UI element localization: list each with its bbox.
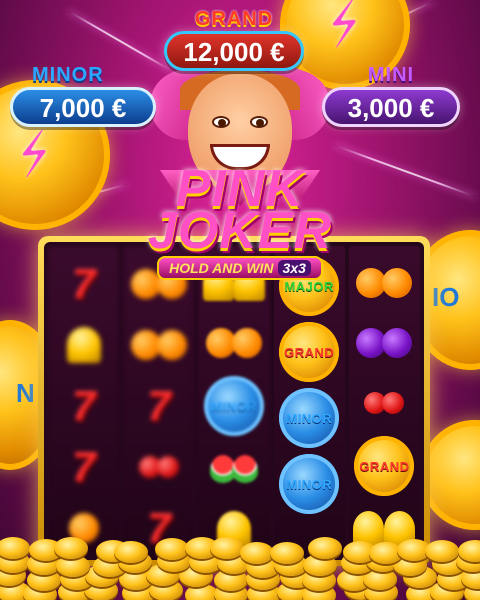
cherry-symbol bbox=[353, 376, 415, 430]
plum-symbol bbox=[353, 316, 415, 370]
gold-coin bbox=[307, 537, 342, 560]
background-coin-word: IO bbox=[432, 282, 460, 312]
reel-column-1: 7 7 7 bbox=[48, 246, 120, 556]
gold-coin bbox=[210, 537, 245, 560]
reel-column-2: 7 7 bbox=[123, 246, 195, 556]
minor-coin-symbol: MINOR bbox=[278, 454, 340, 514]
grand-coin-label: GRAND bbox=[359, 458, 410, 474]
grand-jackpot: GRAND 12,000 € bbox=[164, 8, 304, 71]
grand-jackpot-amount: 12,000 € bbox=[164, 31, 304, 71]
reel-frame: 7 7 7 7 7 MINOR MAJOR GRAND MINOR MINOR … bbox=[38, 236, 430, 566]
seven-symbol: 7 bbox=[71, 443, 96, 491]
seven-symbol: 7 bbox=[71, 259, 96, 307]
game-logo: PINK JOKER HOLD AND WIN 3x3 bbox=[118, 163, 362, 280]
joker-eye bbox=[212, 116, 230, 128]
cherry-symbol bbox=[128, 440, 190, 495]
orange-symbol bbox=[128, 317, 190, 372]
grand-coin-symbol: GRAND bbox=[278, 322, 340, 382]
minor-jackpot-label: MINOR bbox=[32, 64, 104, 86]
grand-coin-symbol: GRAND bbox=[353, 436, 415, 496]
minor-coin-label: MINOR bbox=[286, 410, 333, 426]
coin-pile bbox=[0, 520, 480, 600]
seven-symbol: 7 bbox=[71, 382, 96, 429]
reel-column-3: MINOR bbox=[198, 246, 270, 556]
joker-eye bbox=[250, 116, 268, 128]
minor-coin-label: MINOR bbox=[286, 476, 333, 492]
gold-coin bbox=[53, 537, 88, 560]
gold-coin bbox=[154, 537, 189, 560]
grand-coin-label: GRAND bbox=[284, 344, 335, 360]
reel-column-5: GRAND bbox=[348, 246, 421, 556]
minor-jackpot: MINOR 7,000 € bbox=[10, 64, 156, 127]
watermelon-symbol bbox=[203, 442, 265, 496]
game-screen: ⚡ ⚡ IO N GRAND 12,000 € MINOR 7,000 € MI… bbox=[0, 0, 480, 600]
logo-grid-badge: 3x3 bbox=[277, 260, 311, 276]
minor-coin-symbol: MINOR bbox=[278, 388, 340, 448]
minor-jackpot-amount: 7,000 € bbox=[10, 87, 156, 127]
mini-jackpot-amount: 3,000 € bbox=[322, 87, 460, 127]
major-coin-label: MAJOR bbox=[284, 278, 334, 294]
orange-symbol bbox=[203, 316, 265, 370]
logo-title-line-2: JOKER bbox=[147, 202, 333, 260]
mini-jackpot-label: MINI bbox=[367, 64, 415, 86]
reel-column-4: MAJOR GRAND MINOR MINOR bbox=[273, 246, 345, 556]
seven-symbol: 7 bbox=[147, 382, 171, 429]
reel-grid: 7 7 7 7 7 MINOR MAJOR GRAND MINOR MINOR … bbox=[44, 242, 424, 560]
bell-symbol bbox=[53, 317, 115, 372]
gold-coin bbox=[270, 541, 305, 564]
orange-symbol bbox=[353, 256, 415, 310]
background-coin-word: N bbox=[16, 378, 35, 408]
grand-jackpot-label: GRAND bbox=[194, 8, 274, 30]
logo-subtitle: HOLD AND WIN 3x3 bbox=[157, 256, 323, 280]
gold-coin bbox=[424, 539, 459, 562]
minor-coin-label: MINOR bbox=[211, 398, 257, 414]
minor-coin-symbol: MINOR bbox=[203, 376, 265, 436]
mini-jackpot: MINI 3,000 € bbox=[322, 64, 460, 127]
logo-subtitle-text: HOLD AND WIN bbox=[169, 260, 274, 276]
